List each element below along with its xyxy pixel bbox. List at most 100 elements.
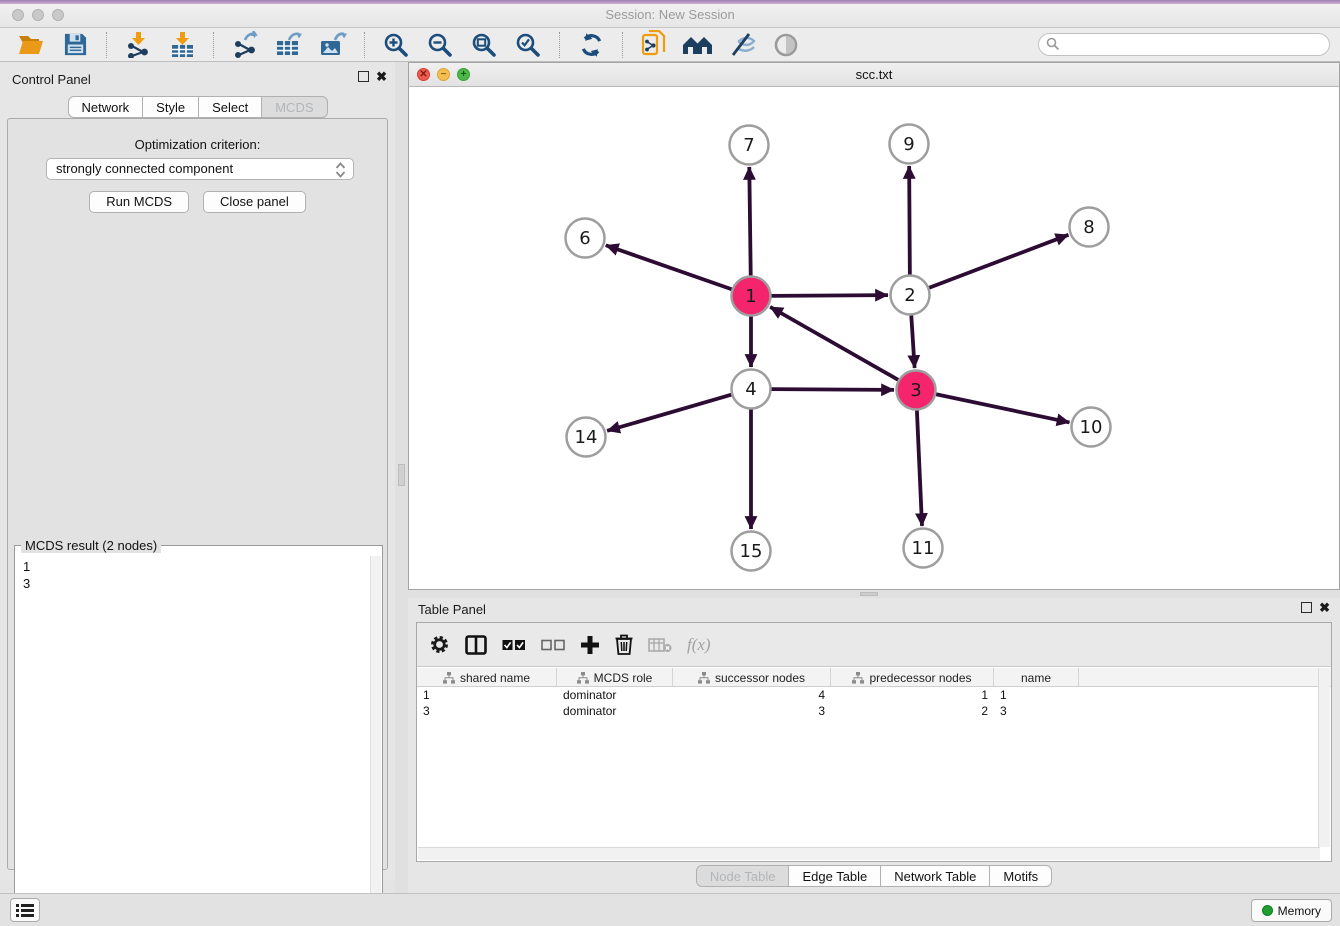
control-panel-tabs: NetworkStyleSelectMCDS	[67, 96, 327, 118]
graph-edge-1-6[interactable]	[606, 245, 732, 289]
column-header-MCDS-role[interactable]: MCDS role	[557, 668, 673, 687]
mcds-result-list[interactable]: 13	[16, 556, 370, 921]
control-panel-close-icon[interactable]: ✖	[376, 71, 387, 82]
zoom-fit-icon[interactable]	[468, 30, 500, 60]
graph-edge-1-2[interactable]	[771, 295, 888, 296]
export-image-icon[interactable]	[317, 30, 349, 60]
graph-node-15[interactable]: 15	[732, 532, 771, 571]
graph-edge-2-3[interactable]	[911, 315, 914, 368]
table-cell[interactable]: 3	[994, 703, 1079, 719]
horizontal-splitter[interactable]	[408, 590, 1340, 598]
import-network-icon[interactable]	[122, 30, 154, 60]
function-builder-icon[interactable]: f(x)	[687, 632, 711, 658]
delete-column-icon[interactable]	[615, 632, 633, 658]
result-scrollbar[interactable]	[370, 556, 381, 921]
table-cell[interactable]: 4	[673, 687, 831, 703]
graph-node-3[interactable]: 3	[897, 371, 936, 410]
birds-eye-view-icon[interactable]	[770, 30, 802, 60]
hide-details-icon[interactable]	[726, 30, 758, 60]
criterion-value: strongly connected component	[56, 161, 233, 176]
graph-node-1[interactable]: 1	[732, 277, 771, 316]
graph-node-11[interactable]: 11	[904, 529, 943, 568]
zoom-selected-icon[interactable]	[512, 30, 544, 60]
memory-button[interactable]: Memory	[1251, 899, 1332, 922]
table-cell[interactable]: 1	[417, 687, 557, 703]
show-column-icon[interactable]	[465, 632, 487, 658]
home-layout-icon[interactable]	[682, 30, 714, 60]
graph-node-4[interactable]: 4	[732, 370, 771, 409]
column-type-icon	[698, 672, 710, 684]
table-vertical-scrollbar[interactable]	[1318, 668, 1330, 847]
criterion-select[interactable]: strongly connected component	[46, 158, 354, 180]
save-session-icon[interactable]	[59, 30, 91, 60]
table-cell[interactable]: 2	[831, 703, 994, 719]
graph-edge-2-8[interactable]	[929, 235, 1068, 288]
control-panel-float-icon[interactable]	[358, 71, 369, 82]
table-cell[interactable]: 1	[994, 687, 1079, 703]
mcds-result-box: MCDS result (2 nodes) 13	[14, 545, 383, 923]
select-all-icon[interactable]	[502, 632, 526, 658]
task-history-button[interactable]	[10, 898, 40, 922]
vertical-splitter-grip[interactable]	[398, 464, 405, 486]
network-canvas[interactable]: 7 9 6 8 1 2 4 3 14 10 15 11	[409, 87, 1339, 589]
apply-layout-icon[interactable]	[575, 30, 607, 60]
close-panel-button[interactable]: Close panel	[203, 191, 306, 213]
graph-edge-4-3[interactable]	[771, 389, 894, 390]
tab-mcds[interactable]: MCDS	[262, 96, 327, 118]
graph-edge-3-11[interactable]	[917, 410, 922, 526]
zoom-in-icon[interactable]	[380, 30, 412, 60]
run-mcds-button[interactable]: Run MCDS	[89, 191, 189, 213]
control-panel-title: Control Panel	[12, 72, 91, 87]
graph-node-6[interactable]: 6	[566, 219, 605, 258]
table-row[interactable]: 1dominator411	[417, 687, 1331, 703]
table-cell[interactable]: dominator	[557, 703, 673, 719]
graph-edge-4-14[interactable]	[607, 395, 731, 431]
network-clone-icon[interactable]	[638, 30, 670, 60]
horizontal-splitter-grip[interactable]	[860, 592, 878, 596]
graph-node-10[interactable]: 10	[1072, 408, 1111, 447]
network-window-titlebar[interactable]: ✕ − + scc.txt	[409, 63, 1339, 87]
graph-node-2[interactable]: 2	[891, 276, 930, 315]
tab-edge-table[interactable]: Edge Table	[789, 865, 881, 887]
table-panel-float-icon[interactable]	[1301, 602, 1312, 613]
graph-node-14[interactable]: 14	[567, 418, 606, 457]
column-header-shared-name[interactable]: shared name	[417, 668, 557, 687]
table-cell[interactable]: 3	[417, 703, 557, 719]
graph-node-7[interactable]: 7	[730, 126, 769, 165]
table-cell[interactable]: dominator	[557, 687, 673, 703]
table-cell[interactable]: 3	[673, 703, 831, 719]
graph-node-8[interactable]: 8	[1070, 208, 1109, 247]
column-header-predecessor-nodes[interactable]: predecessor nodes	[831, 668, 994, 687]
import-table-icon[interactable]	[166, 30, 198, 60]
column-header-successor-nodes[interactable]: successor nodes	[673, 668, 831, 687]
export-network-icon[interactable]	[229, 30, 261, 60]
table-panel-close-icon[interactable]: ✖	[1319, 602, 1330, 613]
column-header-name[interactable]: name	[994, 668, 1079, 687]
table-horizontal-scrollbar[interactable]	[418, 847, 1320, 860]
tab-select[interactable]: Select	[199, 96, 262, 118]
tab-style[interactable]: Style	[143, 96, 199, 118]
graph-edge-2-9[interactable]	[909, 166, 910, 275]
search-input[interactable]	[1038, 33, 1330, 56]
tab-network-table[interactable]: Network Table	[881, 865, 990, 887]
node-table-container: f(x) shared nameMCDS rolesuccessor nodes…	[416, 622, 1332, 862]
graph-node-9[interactable]: 9	[890, 125, 929, 164]
tab-network[interactable]: Network	[67, 96, 143, 118]
vertical-splitter[interactable]	[395, 62, 408, 893]
zoom-out-icon[interactable]	[424, 30, 456, 60]
graph-edge-3-1[interactable]	[770, 307, 898, 380]
network-window-title: scc.txt	[409, 67, 1339, 82]
tab-motifs[interactable]: Motifs	[990, 865, 1052, 887]
export-table-icon[interactable]	[273, 30, 305, 60]
table-cell[interactable]: 1	[831, 687, 994, 703]
graph-edge-3-10[interactable]	[936, 394, 1069, 422]
tab-node-table[interactable]: Node Table	[696, 865, 790, 887]
open-session-icon[interactable]	[15, 30, 47, 60]
graph-edge-1-7[interactable]	[749, 167, 750, 276]
create-column-icon[interactable]	[580, 632, 600, 658]
deselect-all-icon[interactable]	[541, 632, 565, 658]
settings-gear-icon[interactable]	[429, 632, 450, 658]
table-row[interactable]: 3dominator323	[417, 703, 1331, 719]
delete-table-icon[interactable]	[648, 632, 672, 658]
memory-label: Memory	[1278, 904, 1321, 918]
